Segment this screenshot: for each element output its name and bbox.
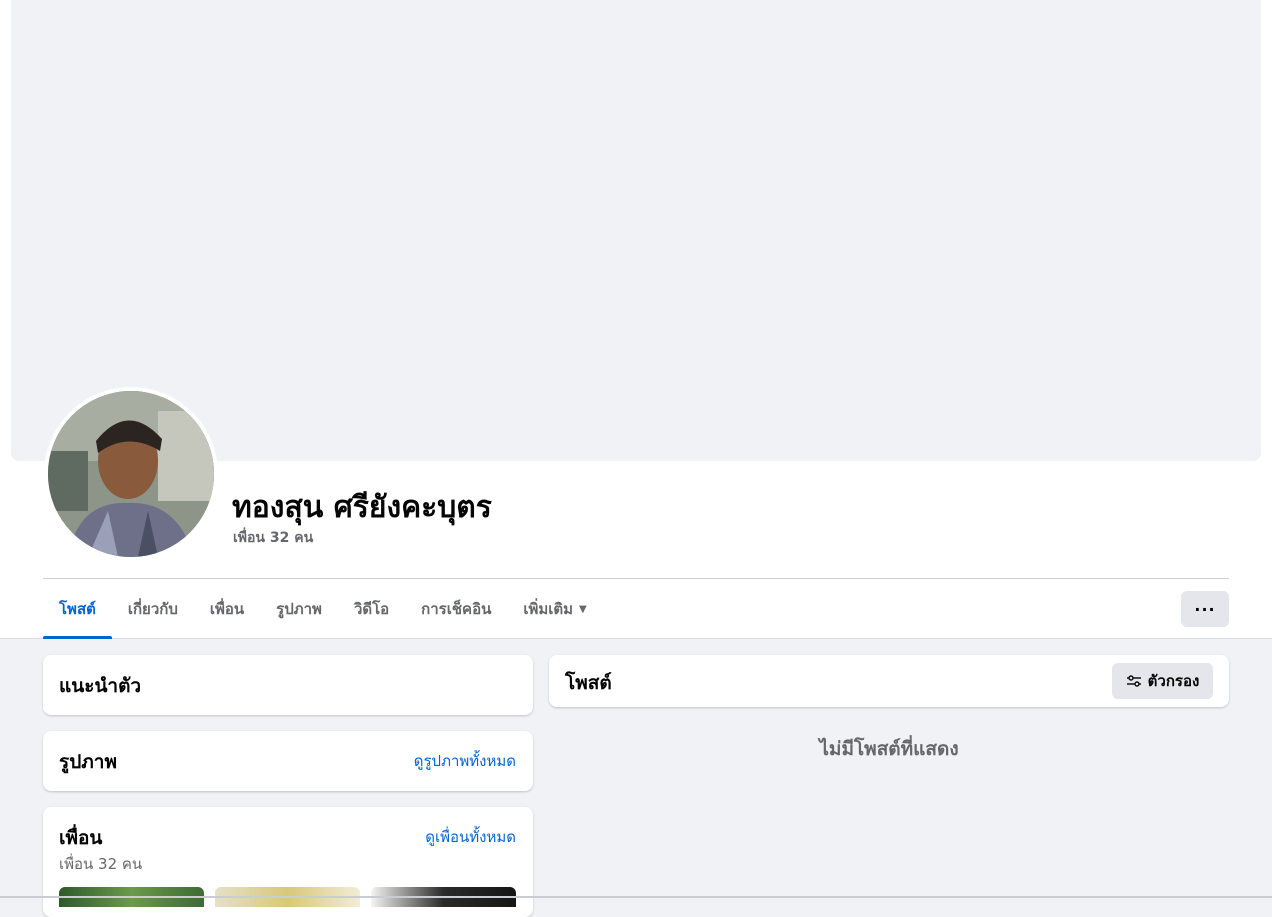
tab-about[interactable]: เกี่ยวกับ (112, 579, 194, 639)
tab-videos[interactable]: วิดีโอ (338, 579, 405, 639)
photos-title[interactable]: รูปภาพ (59, 747, 117, 777)
friends-count: เพื่อน 32 คน (59, 855, 143, 873)
tab-checkins[interactable]: การเช็คอิน (405, 579, 507, 639)
friends-title[interactable]: เพื่อน (59, 823, 102, 853)
friends-card: เพื่อน ดูเพื่อนทั้งหมด เพื่อน 32 คน (43, 807, 533, 917)
profile-name: ทองสุน ศรียังคะบุตร (232, 490, 492, 525)
more-options-button[interactable]: ··· (1181, 591, 1229, 627)
filter-button[interactable]: ตัวกรอง (1112, 663, 1213, 699)
filter-sliders-icon (1126, 675, 1141, 687)
more-horizontal-icon: ··· (1194, 599, 1216, 619)
profile-tabs: โพสต์ เกี่ยวกับ เพื่อน รูปภาพ วิดีโอ การ… (43, 579, 603, 639)
profile-avatar[interactable] (44, 387, 218, 561)
profile-picture (48, 391, 214, 557)
posts-title: โพสต์ (565, 672, 612, 694)
no-posts-message: ไม่มีโพสต์ที่แสดง (819, 738, 959, 760)
tab-more[interactable]: เพิ่มเติม ▼ (507, 579, 602, 639)
intro-title: แนะนำตัว (59, 675, 142, 697)
cover-photo[interactable] (11, 0, 1261, 461)
caret-down-icon: ▼ (579, 603, 587, 615)
intro-card: แนะนำตัว (43, 655, 533, 715)
profile-friend-count[interactable]: เพื่อน 32 คน (233, 527, 313, 549)
photos-card: รูปภาพ ดูรูปภาพทั้งหมด (43, 731, 533, 791)
tab-posts[interactable]: โพสต์ (43, 579, 112, 639)
filter-label: ตัวกรอง (1147, 672, 1200, 690)
tab-more-label: เพิ่มเติม (523, 600, 574, 618)
posts-card: โพสต์ ตัวกรอง (549, 655, 1229, 707)
tab-photos[interactable]: รูปภาพ (260, 579, 338, 639)
see-all-friends-link[interactable]: ดูเพื่อนทั้งหมด (425, 825, 516, 849)
see-all-photos-link[interactable]: ดูรูปภาพทั้งหมด (414, 749, 516, 773)
tab-friends[interactable]: เพื่อน (194, 579, 260, 639)
